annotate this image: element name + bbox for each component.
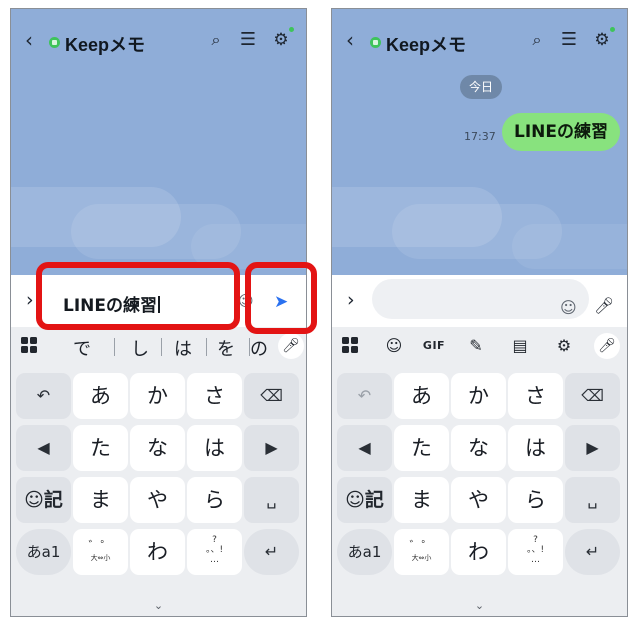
cursor-right-key[interactable]: ▶ (244, 425, 299, 471)
back-chevron-icon[interactable]: ‹ (346, 30, 354, 50)
search-icon[interactable]: ⌕ (207, 31, 225, 49)
microphone-icon[interactable]: 🎤︎ (278, 333, 304, 359)
key-ra-row[interactable]: ら (508, 477, 563, 523)
key-ta-row[interactable]: た (73, 425, 128, 471)
key-sa-row[interactable]: さ (508, 373, 563, 419)
key-a-row[interactable]: あ (394, 373, 449, 419)
key-ka-row[interactable]: か (130, 373, 185, 419)
cursor-left-key[interactable]: ◀ (16, 425, 71, 471)
key-wa-row[interactable]: わ (451, 529, 506, 575)
gear-icon[interactable]: ⚙ (272, 31, 290, 49)
divider (161, 338, 162, 356)
input-mode-key[interactable]: あa1 (337, 529, 392, 575)
space-key[interactable]: ␣ (565, 477, 620, 523)
cursor-right-key[interactable]: ▶ (565, 425, 620, 471)
clipboard-icon[interactable]: ▤ (508, 335, 532, 357)
enter-key[interactable]: ↵ (244, 529, 299, 575)
date-separator: 今日 (460, 75, 502, 99)
chat-header: ‹ Keepメモ ⌕ ☰ ⚙ (332, 9, 627, 55)
expand-chevron-icon[interactable]: › (26, 289, 34, 311)
message-timestamp: 17:37 (464, 130, 496, 143)
notification-dot (610, 27, 615, 32)
keyboard-apps-icon[interactable] (342, 337, 359, 354)
expand-chevron-icon[interactable]: › (347, 289, 355, 311)
settings-gear-icon[interactable]: ⚙ (552, 335, 576, 357)
divider (114, 338, 115, 356)
keyboard-toolbar: ☺ GIF ✎ ▤ ⚙ 🎤︎ (332, 327, 627, 365)
notification-dot (289, 27, 294, 32)
backspace-key[interactable]: ⌫ (244, 373, 299, 419)
space-key[interactable]: ␣ (244, 477, 299, 523)
microphone-icon[interactable]: 🎤︎ (594, 333, 620, 359)
undo-key[interactable]: ↶ (337, 373, 392, 419)
magic-wand-icon[interactable]: ✎ (464, 335, 488, 357)
menu-icon[interactable]: ☰ (560, 31, 578, 49)
send-highlight-box (245, 262, 317, 334)
chat-background: ‹ Keepメモ ⌕ ☰ ⚙ 今日 17:37 LINEの練習 (332, 9, 627, 275)
menu-icon[interactable]: ☰ (239, 31, 257, 49)
input-mode-key[interactable]: あa1 (16, 529, 71, 575)
keep-badge-icon (49, 37, 60, 48)
sent-message-bubble[interactable]: LINEの練習 (502, 113, 620, 151)
microphone-icon[interactable]: 🎤︎ (594, 297, 614, 315)
key-ha-row[interactable]: は (187, 425, 242, 471)
undo-key[interactable]: ↶ (16, 373, 71, 419)
key-wa-row[interactable]: わ (130, 529, 185, 575)
keep-badge-icon (370, 37, 381, 48)
emoji-symbol-key[interactable]: ☺記 (16, 477, 71, 523)
chat-background: ‹ Keepメモ ⌕ ☰ ⚙ (11, 9, 306, 275)
message-input-bar: › ☺ 🎤︎ (332, 275, 627, 327)
key-na-row[interactable]: な (451, 425, 506, 471)
sticker-icon[interactable]: ☺ (382, 335, 406, 357)
keyboard-apps-icon[interactable] (21, 337, 38, 354)
gif-button[interactable]: GIF (422, 335, 446, 357)
search-icon[interactable]: ⌕ (528, 31, 546, 49)
key-ya-row[interactable]: や (130, 477, 185, 523)
hide-keyboard-chevron-icon[interactable]: ⌄ (332, 599, 627, 612)
back-chevron-icon[interactable]: ‹ (25, 30, 33, 50)
dakuten-key[interactable]: ゛゜ 大⇔小 (73, 529, 128, 575)
chat-title: Keepメモ (386, 35, 467, 55)
gear-icon[interactable]: ⚙ (593, 31, 611, 49)
key-na-row[interactable]: な (130, 425, 185, 471)
suggestion-word[interactable]: の (249, 335, 269, 361)
cloud-decoration (512, 224, 627, 269)
message-input-field[interactable] (372, 279, 589, 319)
punctuation-key[interactable]: ? 。、! … (187, 529, 242, 575)
key-ta-row[interactable]: た (394, 425, 449, 471)
suggestion-word[interactable]: し (125, 335, 155, 361)
punctuation-key[interactable]: ? 。、! … (508, 529, 563, 575)
key-ma-row[interactable]: ま (394, 477, 449, 523)
enter-key[interactable]: ↵ (565, 529, 620, 575)
key-ra-row[interactable]: ら (187, 477, 242, 523)
suggestion-word[interactable]: で (67, 335, 97, 361)
chat-title: Keepメモ (65, 35, 146, 55)
phone-screen-right: ‹ Keepメモ ⌕ ☰ ⚙ 今日 17:37 LINEの練習 › ☺ 🎤︎ ☺… (331, 8, 628, 617)
key-sa-row[interactable]: さ (187, 373, 242, 419)
key-ka-row[interactable]: か (451, 373, 506, 419)
emoji-symbol-key[interactable]: ☺記 (337, 477, 392, 523)
dakuten-key[interactable]: ゛゜ 大⇔小 (394, 529, 449, 575)
emoji-icon[interactable]: ☺ (560, 299, 577, 317)
hide-keyboard-chevron-icon[interactable]: ⌄ (11, 599, 306, 612)
key-ma-row[interactable]: ま (73, 477, 128, 523)
key-ha-row[interactable]: は (508, 425, 563, 471)
cursor-left-key[interactable]: ◀ (337, 425, 392, 471)
key-ya-row[interactable]: や (451, 477, 506, 523)
input-highlight-box (36, 262, 240, 330)
key-a-row[interactable]: あ (73, 373, 128, 419)
chat-header: ‹ Keepメモ ⌕ ☰ ⚙ (11, 9, 306, 55)
suggestion-word[interactable]: は (168, 335, 198, 361)
backspace-key[interactable]: ⌫ (565, 373, 620, 419)
suggestion-word[interactable]: を (211, 335, 241, 361)
divider (206, 338, 207, 356)
